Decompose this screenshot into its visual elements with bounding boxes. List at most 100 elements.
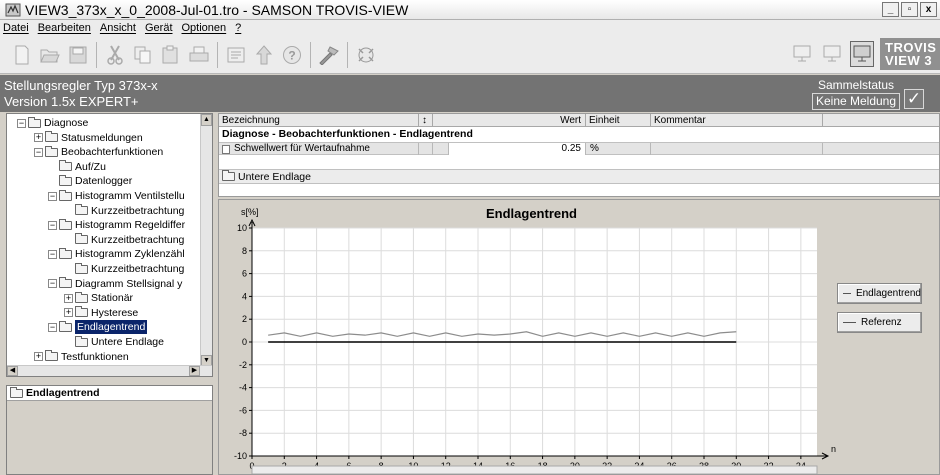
menu-bar: Datei Bearbeiten Ansicht Gerät Optionen …: [0, 20, 940, 36]
print-icon[interactable]: [187, 42, 211, 68]
tree-item[interactable]: Auf/Zu: [48, 160, 106, 174]
folder-icon: [59, 160, 72, 172]
tree-item[interactable]: − Diagramm Stellsignal y: [48, 277, 182, 291]
tree-item[interactable]: + Hysterese: [64, 306, 138, 320]
tree-item[interactable]: Kurzzeitbetrachtung: [64, 233, 184, 247]
toolbar-separator: [96, 41, 97, 68]
collapse-icon[interactable]: −: [48, 191, 57, 201]
folder-icon: [45, 145, 58, 157]
folder-icon: [75, 306, 88, 318]
monitor-icon[interactable]: [790, 41, 814, 67]
folder-icon: [59, 189, 72, 201]
tree-item[interactable]: Kurzzeitbetrachtung: [64, 262, 184, 276]
device-icon[interactable]: [354, 42, 378, 68]
scroll-left-arrow-icon[interactable]: ◀: [7, 366, 18, 376]
folder-icon: [59, 174, 72, 186]
folder-icon: [75, 233, 88, 245]
table-row[interactable]: Schwellwert für Wertaufnahme 0.25 %: [219, 142, 939, 155]
monitor-offline-icon[interactable]: [820, 41, 844, 67]
paste-icon[interactable]: [159, 42, 183, 68]
expand-icon[interactable]: +: [34, 133, 43, 143]
upload-icon[interactable]: [252, 42, 276, 68]
minimize-button[interactable]: _: [882, 2, 899, 17]
sort-icon[interactable]: ↕: [419, 114, 433, 127]
grid-header: Bezeichnung ↕ Wert Einheit Kommentar: [219, 114, 939, 127]
monitor-active-icon[interactable]: [850, 41, 874, 67]
collapse-icon[interactable]: −: [34, 147, 43, 157]
y-tick-label: 10: [237, 223, 247, 233]
collapse-icon[interactable]: −: [48, 322, 57, 332]
column-header-value[interactable]: Wert: [433, 114, 586, 127]
toolbar-separator: [217, 41, 218, 68]
tree-item-label: Kurzzeitbetrachtung: [91, 233, 185, 246]
tree-item[interactable]: Datenlogger: [48, 174, 132, 188]
tree-horizontal-scrollbar[interactable]: ◀ ▶: [7, 365, 212, 376]
tree-item[interactable]: − Diagnose: [17, 116, 88, 130]
collective-status-label: Sammelstatus: [818, 78, 895, 92]
tree-item[interactable]: Untere Endlage: [64, 335, 164, 349]
parameter-icon: [222, 144, 230, 154]
column-header-name[interactable]: Bezeichnung: [219, 114, 419, 127]
expand-icon[interactable]: +: [64, 293, 73, 303]
row-sort-cell: [419, 143, 433, 155]
cut-icon[interactable]: [103, 42, 127, 68]
scroll-up-arrow-icon[interactable]: ▲: [201, 114, 212, 126]
tree-item[interactable]: + Statusmeldungen: [34, 131, 143, 145]
expand-icon[interactable]: +: [64, 308, 73, 318]
tree-item[interactable]: + Stationär: [64, 291, 133, 305]
new-icon[interactable]: [10, 42, 34, 68]
scroll-right-arrow-icon[interactable]: ▶: [189, 366, 200, 376]
y-tick-label: 2: [242, 314, 247, 324]
column-header-comment[interactable]: Kommentar: [651, 114, 823, 127]
properties-icon[interactable]: [224, 42, 248, 68]
folder-icon: [75, 204, 88, 216]
menu-optionen[interactable]: Optionen: [182, 22, 227, 34]
open-icon[interactable]: [38, 42, 62, 68]
tree-item-label: Stationär: [91, 292, 134, 305]
menu-bearbeiten[interactable]: Bearbeiten: [38, 22, 91, 34]
legend-line-icon: [843, 322, 856, 323]
tree-item[interactable]: − Endlagentrend: [48, 320, 148, 335]
tree-item-label: Diagramm Stellsignal y: [75, 277, 183, 290]
trovis-view-logo: TROVIS VIEW 3: [880, 38, 940, 70]
y-tick-label: 0: [242, 337, 247, 347]
tree-item[interactable]: − Histogramm Zyklenzähl: [48, 247, 185, 261]
info-panel: Endlagentrend: [6, 385, 213, 475]
row-value-field[interactable]: 0.25: [449, 143, 586, 155]
folder-icon: [222, 170, 235, 181]
copy-icon[interactable]: [131, 42, 155, 68]
info-panel-title: Endlagentrend: [7, 386, 212, 401]
menu-datei[interactable]: Datei: [3, 22, 29, 34]
menu-help[interactable]: ?: [235, 22, 241, 34]
tree-item[interactable]: Kurzzeitbetrachtung: [64, 204, 184, 218]
expand-icon[interactable]: +: [34, 352, 43, 362]
navigation-tree: − Diagnose + Statusmeldungen − Beobachterfunk…: [6, 113, 213, 377]
legend-referenz-button[interactable]: Referenz: [837, 312, 922, 333]
tools-icon[interactable]: [317, 42, 341, 68]
tree-item[interactable]: + Testfunktionen: [34, 350, 129, 364]
tree-item[interactable]: − Histogramm Regeldiffer: [48, 218, 185, 232]
collapse-icon[interactable]: −: [48, 279, 57, 289]
collapse-icon[interactable]: −: [17, 118, 26, 128]
menu-ansicht[interactable]: Ansicht: [100, 22, 136, 34]
toolbar-separator: [310, 41, 311, 68]
menu-geraet[interactable]: Gerät: [145, 22, 173, 34]
folder-icon: [59, 277, 72, 289]
tree-item[interactable]: − Beobachterfunktionen: [34, 145, 163, 159]
legend-endlagentrend-button[interactable]: Endlagentrend: [837, 283, 922, 304]
tree-item[interactable]: − Histogramm Ventilstellu: [48, 189, 185, 203]
folder-icon: [75, 291, 88, 303]
save-icon[interactable]: [66, 42, 90, 68]
close-button[interactable]: x: [920, 2, 937, 17]
row-name: Schwellwert für Wertaufnahme: [234, 143, 370, 154]
tree-vertical-scrollbar[interactable]: ▲ ▼: [200, 114, 212, 367]
checkmark-icon[interactable]: ✓: [904, 89, 924, 109]
row-comment-cell[interactable]: [651, 143, 823, 155]
collapse-icon[interactable]: −: [48, 249, 57, 259]
subfolder-row[interactable]: Untere Endlage: [219, 169, 939, 184]
collapse-icon[interactable]: −: [48, 220, 57, 230]
restore-button[interactable]: ▫: [901, 2, 918, 17]
column-header-unit[interactable]: Einheit: [586, 114, 651, 127]
help-icon[interactable]: ?: [280, 42, 304, 68]
legend-endlagentrend-label: Endlagentrend: [855, 288, 921, 299]
